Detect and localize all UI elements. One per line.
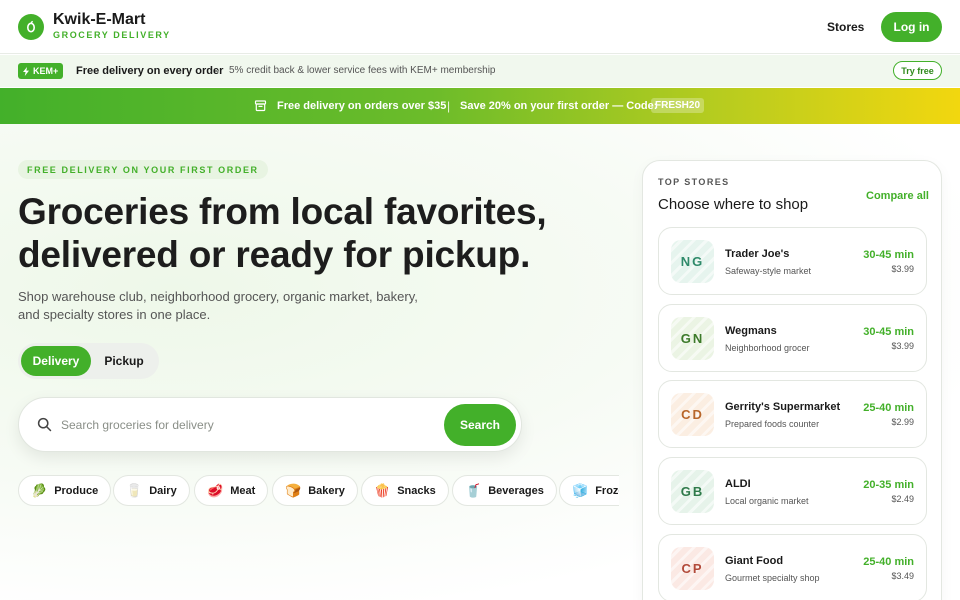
store-eta: 20-35 min: [863, 479, 914, 491]
store-card[interactable]: CD Gerrity's Supermarket Prepared foods …: [658, 380, 927, 448]
cup-icon: 🥤: [465, 483, 482, 498]
store-eta: 30-45 min: [863, 326, 914, 338]
top-stores-title: Choose where to shop: [658, 196, 809, 213]
category-label: Snacks: [397, 484, 436, 497]
search-button[interactable]: Search: [444, 404, 516, 446]
store-eta: 30-45 min: [863, 249, 914, 261]
category-label: Bakery: [308, 484, 345, 497]
category-chip-bakery[interactable]: 🍞 Bakery: [272, 475, 358, 506]
brand-tagline: GROCERY DELIVERY: [53, 30, 171, 40]
top-header: Kwik-E-Mart GROCERY DELIVERY Stores Log …: [0, 0, 960, 54]
hero-eyebrow: FREE DELIVERY ON YOUR FIRST ORDER: [18, 160, 268, 179]
membership-description: 5% credit back & lower service fees with…: [229, 65, 496, 76]
store-card[interactable]: NG Trader Joe's Safeway-style market 30-…: [658, 227, 927, 295]
store-name: ALDI: [725, 478, 751, 490]
hero-title: Groceries from local favorites, delivere…: [18, 190, 618, 276]
category-chip-meat[interactable]: 🥩 Meat: [194, 475, 269, 506]
search-input[interactable]: [61, 415, 431, 435]
top-stores-eyebrow: TOP STORES: [658, 177, 730, 187]
store-type: Local organic market: [725, 496, 809, 506]
kem-plus-label: KEM+: [33, 66, 59, 76]
pickup-option[interactable]: Pickup: [94, 346, 154, 376]
nav-stores-link[interactable]: Stores: [827, 20, 864, 34]
promo-banner: Free delivery on orders over $35 | Save …: [0, 88, 960, 124]
store-name: Trader Joe's: [725, 248, 790, 260]
store-name: Wegmans: [725, 325, 777, 337]
login-button[interactable]: Log in: [881, 12, 942, 42]
store-type: Prepared foods counter: [725, 419, 820, 429]
category-label: Frozen: [595, 484, 619, 497]
store-eta: 25-40 min: [863, 556, 914, 568]
compare-all-link[interactable]: Compare all: [866, 190, 929, 202]
kem-plus-badge: KEM+: [18, 63, 64, 79]
store-logo: GN: [671, 317, 714, 360]
category-label: Produce: [54, 484, 99, 497]
store-initials: GB: [680, 484, 705, 499]
store-fee: $2.49: [891, 494, 914, 504]
store-name: Giant Food: [725, 555, 784, 567]
category-label: Meat: [230, 484, 256, 497]
store-type: Gourmet specialty shop: [725, 573, 820, 583]
store-fee: $2.99: [891, 417, 914, 427]
store-initials: CP: [681, 561, 704, 576]
promo-code-chip[interactable]: FRESH20: [651, 98, 705, 113]
hero-title-line-1: Groceries from local favorites,: [18, 191, 547, 232]
category-label: Beverages: [488, 484, 544, 497]
store-initials: NG: [680, 254, 705, 269]
store-eta: 25-40 min: [863, 402, 914, 414]
store-type: Neighborhood grocer: [725, 343, 810, 353]
membership-separator: ·: [216, 65, 220, 76]
bread-icon: 🍞: [285, 483, 302, 498]
store-fee: $3.99: [891, 341, 914, 351]
hero-title-line-2: delivered or ready for pickup.: [18, 234, 531, 275]
category-chip-dairy[interactable]: 🥛 Dairy: [113, 475, 190, 506]
top-stores-panel: TOP STORES Choose where to shop Compare …: [642, 160, 942, 600]
steak-icon: 🥩: [207, 483, 224, 498]
membership-headline: Free delivery on every order: [76, 65, 224, 77]
store-logo: CD: [671, 393, 714, 436]
logo-icon[interactable]: [18, 14, 44, 40]
store-fee: $3.49: [891, 571, 914, 581]
store-logo: CP: [671, 547, 714, 590]
try-free-button[interactable]: Try free: [893, 61, 942, 80]
store-initials: CD: [681, 407, 704, 422]
category-label: Dairy: [149, 484, 177, 497]
store-logo: NG: [671, 240, 714, 283]
store-logo: GB: [671, 470, 714, 513]
store-name: Gerrity's Supermarket: [725, 401, 841, 413]
store-fee: $3.99: [891, 264, 914, 274]
category-chip-frozen[interactable]: 🧊 Frozen: [559, 475, 619, 506]
hero-subtitle: Shop warehouse club, neighborhood grocer…: [18, 289, 418, 322]
popcorn-icon: 🍿: [374, 483, 391, 498]
search-bar: Search: [18, 397, 522, 452]
brand-name[interactable]: Kwik-E-Mart: [53, 11, 145, 29]
category-chips: 🥬 Produce 🥛 Dairy 🥩 Meat 🍞 Bakery 🍿 Snac…: [18, 475, 619, 507]
category-chip-snacks[interactable]: 🍿 Snacks: [361, 475, 449, 506]
lightning-icon: [23, 66, 29, 76]
promo-discount-text: Save 20% on your first order — Code:: [460, 100, 658, 112]
ice-cube-icon: 🧊: [572, 483, 589, 498]
store-initials: GN: [680, 331, 705, 346]
category-chip-beverages[interactable]: 🥤 Beverages: [452, 475, 557, 506]
search-icon: [37, 417, 52, 432]
delivery-option[interactable]: Delivery: [21, 346, 91, 376]
lettuce-icon: 🥬: [31, 483, 48, 498]
store-type: Safeway-style market: [725, 266, 812, 276]
store-card[interactable]: CP Giant Food Gourmet specialty shop 25-…: [658, 534, 927, 600]
membership-banner: KEM+ Free delivery on every order · 5% c…: [0, 55, 960, 87]
promo-separator: |: [447, 99, 451, 113]
store-card[interactable]: GB ALDI Local organic market 20-35 min $…: [658, 457, 927, 525]
store-card[interactable]: GN Wegmans Neighborhood grocer 30-45 min…: [658, 304, 927, 372]
milk-icon: 🥛: [126, 483, 143, 498]
promo-free-delivery-text: Free delivery on orders over $35: [277, 100, 447, 112]
category-chip-produce[interactable]: 🥬 Produce: [18, 475, 112, 506]
box-icon: [254, 100, 267, 112]
delivery-pickup-toggle: Delivery Pickup: [18, 343, 159, 379]
